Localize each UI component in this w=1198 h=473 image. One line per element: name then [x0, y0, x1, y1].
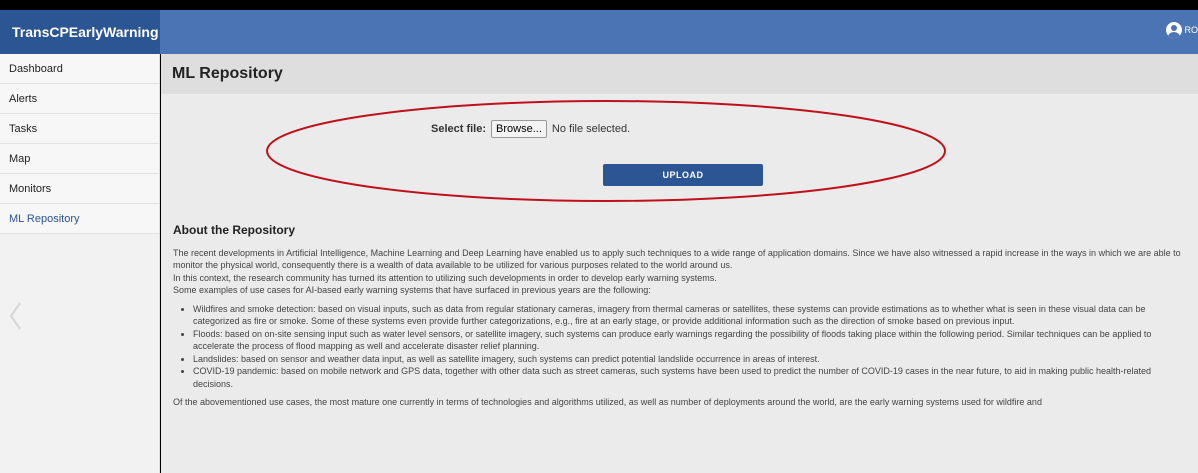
sidebar-item-tasks[interactable]: Tasks [0, 114, 159, 144]
about-heading: About the Repository [173, 223, 295, 237]
use-case-list: Wildfires and smoke detection: based on … [187, 303, 1191, 391]
sidebar: Dashboard Alerts Tasks Map Monitors ML R… [0, 54, 160, 473]
list-item: Landslides: based on sensor and weather … [193, 353, 1191, 366]
list-item: Floods: based on on-site sensing input s… [193, 328, 1191, 353]
list-item: Wildfires and smoke detection: based on … [193, 303, 1191, 328]
upload-button[interactable]: UPLOAD [603, 164, 763, 186]
screen-top-border [0, 0, 1198, 10]
sidebar-item-alerts[interactable]: Alerts [0, 84, 159, 114]
app-bar: TransCPEarlyWarning RO [0, 10, 1198, 54]
sidebar-item-ml-repository[interactable]: ML Repository [0, 204, 159, 234]
app-title[interactable]: TransCPEarlyWarning [0, 10, 160, 54]
about-paragraph: Of the abovementioned use cases, the mos… [173, 397, 1042, 407]
about-paragraph: The recent developments in Artificial In… [173, 247, 1181, 271]
sidebar-item-dashboard[interactable]: Dashboard [0, 54, 159, 84]
list-item: COVID-19 pandemic: based on mobile netwo… [193, 365, 1191, 390]
about-paragraph: Some examples of use cases for AI-based … [173, 285, 651, 295]
no-file-text: No file selected. [551, 123, 631, 135]
annotation-ellipse [266, 100, 946, 202]
file-select-row: Select file: Browse... No file selected. [431, 120, 630, 138]
about-paragraph: In this context, the research community … [173, 272, 717, 283]
chevron-left-icon[interactable] [8, 301, 22, 331]
sidebar-item-map[interactable]: Map [0, 144, 159, 174]
page-title: ML Repository [161, 54, 1198, 94]
user-icon[interactable] [1165, 22, 1182, 38]
select-file-label: Select file: [431, 123, 487, 135]
user-initials: RO [1184, 25, 1198, 35]
main-content: ML Repository Select file: Browse... No … [161, 54, 1198, 473]
browse-button[interactable]: Browse... [491, 120, 547, 138]
sidebar-item-monitors[interactable]: Monitors [0, 174, 159, 204]
about-section: About the Repository The recent developm… [173, 224, 1191, 409]
user-menu[interactable]: RO [1165, 22, 1198, 38]
